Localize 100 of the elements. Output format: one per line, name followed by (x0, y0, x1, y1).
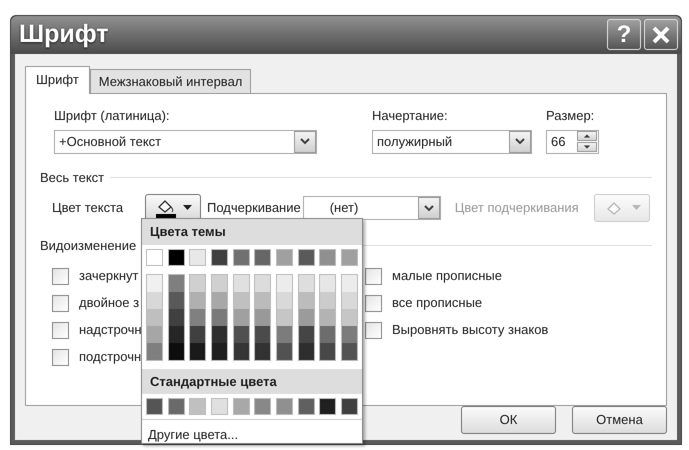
menu-section-title: Стандартные цвета (142, 368, 362, 394)
color-swatch[interactable] (146, 248, 163, 266)
color-swatch[interactable] (190, 308, 206, 326)
dropdown-field[interactable]: (нет) (302, 196, 441, 220)
color-swatch[interactable] (298, 248, 315, 266)
color-swatch[interactable] (234, 292, 249, 308)
color-swatch[interactable] (212, 292, 227, 308)
color-swatch[interactable] (320, 308, 336, 326)
spin-arrows-icon[interactable] (577, 131, 597, 152)
color-swatch[interactable] (276, 248, 293, 266)
color-swatch[interactable] (147, 326, 162, 342)
color-swatch[interactable] (190, 292, 206, 308)
field-label: Размер: (546, 107, 596, 125)
color-swatch[interactable] (342, 292, 357, 308)
color-swatch[interactable] (320, 292, 336, 308)
close-icon (651, 24, 671, 45)
help-button[interactable]: ? (607, 19, 641, 50)
checkbox-label: малые прописные (392, 267, 502, 286)
color-swatch[interactable] (254, 398, 272, 415)
checkbox-label: подстрочн (79, 348, 142, 366)
color-swatch[interactable] (255, 292, 270, 308)
dropdown-field[interactable]: полужирный (372, 130, 532, 154)
checkbox[interactable] (52, 268, 69, 284)
color-swatch[interactable] (319, 248, 336, 266)
more-colors-item[interactable]: Другие цвета... (142, 419, 362, 450)
color-swatch[interactable] (320, 274, 336, 292)
color-swatch[interactable] (340, 248, 358, 266)
color-swatch[interactable] (212, 326, 227, 342)
color-swatch[interactable] (210, 398, 228, 415)
color-swatch[interactable] (168, 398, 185, 415)
checkbox-label: Выровнять высоту знаков (392, 321, 548, 340)
color-swatch[interactable] (147, 292, 162, 308)
color-swatch[interactable] (298, 274, 314, 292)
color-swatch[interactable] (146, 398, 163, 415)
dialog-button[interactable]: Отмена (572, 406, 667, 434)
color-swatch[interactable] (340, 398, 358, 415)
color-swatch[interactable] (255, 308, 270, 326)
color-swatch[interactable] (276, 326, 292, 342)
color-swatch[interactable] (190, 326, 206, 342)
dropdown-caret-icon[interactable] (418, 197, 440, 219)
checkbox[interactable] (52, 348, 69, 366)
color-swatch[interactable] (298, 308, 314, 326)
color-swatch[interactable] (255, 326, 270, 342)
color-swatch[interactable] (319, 398, 336, 415)
color-swatch[interactable] (255, 342, 270, 360)
color-swatch[interactable] (212, 342, 227, 360)
checkbox[interactable] (52, 294, 69, 312)
color-swatch[interactable] (276, 342, 292, 360)
tab[interactable]: Межзнаковый интервал (90, 68, 252, 93)
color-swatch[interactable] (234, 326, 249, 342)
checkbox[interactable] (365, 294, 382, 312)
color-swatch[interactable] (168, 292, 184, 308)
color-swatch[interactable] (168, 308, 184, 326)
dropdown-caret-icon[interactable] (294, 130, 316, 152)
color-swatch[interactable] (298, 398, 315, 415)
color-swatch[interactable] (276, 398, 293, 415)
window-title: Шрифт (19, 19, 110, 50)
checkbox[interactable] (365, 322, 382, 338)
color-swatch[interactable] (320, 342, 336, 360)
color-swatch[interactable] (320, 326, 336, 342)
color-swatch[interactable] (234, 308, 249, 326)
color-swatch[interactable] (212, 308, 227, 326)
color-swatch[interactable] (342, 342, 357, 360)
color-swatch[interactable] (234, 274, 249, 292)
color-swatch[interactable] (342, 326, 357, 342)
color-swatch[interactable] (189, 248, 206, 266)
color-swatch[interactable] (232, 248, 250, 266)
color-swatch[interactable] (147, 274, 162, 292)
color-swatch[interactable] (342, 308, 357, 326)
dialog-button[interactable]: ОК (461, 406, 556, 434)
color-swatch[interactable] (342, 274, 357, 292)
color-swatch[interactable] (210, 248, 228, 266)
color-swatch[interactable] (234, 342, 249, 360)
color-swatch[interactable] (168, 274, 184, 292)
dropdown-caret-icon[interactable] (509, 130, 531, 152)
color-swatch[interactable] (168, 342, 184, 360)
checkbox-label: все прописные (392, 294, 482, 312)
close-button[interactable] (644, 19, 678, 50)
spinner-field[interactable]: 66 (546, 130, 599, 154)
dropdown-field[interactable]: +Основной текст (54, 130, 317, 154)
color-swatch[interactable] (276, 308, 292, 326)
checkbox[interactable] (365, 268, 382, 284)
color-swatch[interactable] (212, 274, 227, 292)
color-swatch[interactable] (147, 308, 162, 326)
color-swatch[interactable] (276, 274, 292, 292)
color-swatch[interactable] (190, 342, 206, 360)
color-swatch[interactable] (168, 326, 184, 342)
color-swatch[interactable] (190, 274, 206, 292)
tab[interactable]: Шрифт (25, 66, 90, 94)
color-swatch[interactable] (298, 342, 314, 360)
color-swatch[interactable] (298, 292, 314, 308)
checkbox[interactable] (52, 322, 69, 338)
color-swatch[interactable] (298, 326, 314, 342)
color-swatch[interactable] (168, 248, 185, 266)
color-swatch[interactable] (254, 248, 272, 266)
color-swatch[interactable] (189, 398, 206, 415)
color-swatch[interactable] (232, 398, 250, 415)
color-swatch[interactable] (147, 342, 162, 360)
color-swatch[interactable] (276, 292, 292, 308)
color-swatch[interactable] (255, 274, 270, 292)
